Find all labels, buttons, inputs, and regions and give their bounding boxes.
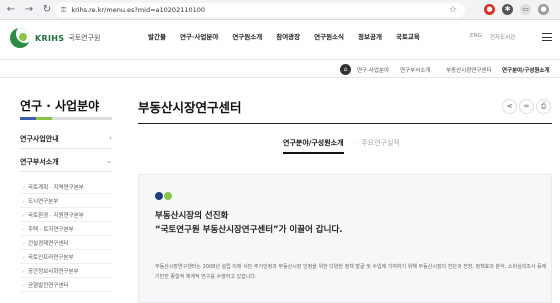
nav-research[interactable]: 연구·사업분야: [180, 31, 218, 41]
tab-research-members[interactable]: 연구분야/구성원소개: [283, 138, 344, 154]
global-nav: 발간물 연구·사업분야 연구원소개 참여광장 연구원소식 정보공개 국토교육: [148, 31, 434, 41]
decorative-dots-icon: [155, 192, 173, 200]
back-icon[interactable]: ←: [4, 3, 18, 17]
breadcrumb-item[interactable]: 부동산시장연구센터: [446, 66, 492, 74]
sidebar-title: 연구 · 사업분야: [20, 99, 100, 113]
bookmark-star-icon[interactable]: ☆: [449, 3, 457, 17]
address-url: krihs.re.kr/menu.es?mid=a10202110100: [71, 6, 206, 14]
sidebar-accent-bar: [20, 117, 112, 120]
tab-major-research[interactable]: 주요연구실적: [356, 138, 400, 148]
sidebar-subitem[interactable]: 국토계획 · 지역연구본부: [20, 182, 112, 194]
title-underline: [138, 123, 552, 124]
divider: [20, 148, 112, 149]
sidebar-item-departments[interactable]: 연구부서소개 ⌄: [20, 157, 112, 167]
breadcrumb-current: 연구분야/구성원소개: [502, 68, 550, 74]
nav-about[interactable]: 연구원소개: [232, 31, 262, 41]
breadcrumb-item[interactable]: 연구·사업분야: [357, 66, 389, 74]
share-icon[interactable]: ⋖: [502, 99, 517, 114]
breadcrumb-item[interactable]: 연구부서소개: [400, 66, 430, 74]
print-icon[interactable]: ⎙: [536, 99, 551, 114]
nav-publications[interactable]: 발간물: [148, 31, 166, 41]
link-copy-icon[interactable]: ∞: [519, 99, 534, 114]
chevron-down-icon: ⌄: [106, 157, 112, 165]
hamburger-menu-icon[interactable]: [542, 33, 552, 41]
sidebar-subitem[interactable]: 균형발전연구센터: [20, 280, 112, 292]
site-header: KRIHS 국토연구원 발간물 연구·사업분야 연구원소개 참여광장 연구원소식…: [0, 20, 560, 60]
nav-news[interactable]: 연구원소식: [314, 31, 344, 41]
breadcrumb: ⌂ 연구·사업분야 연구부서소개 부동산시장연구센터 연구분야/구성원소개: [0, 61, 560, 78]
logo-text: KRIHS: [35, 33, 65, 43]
reload-icon[interactable]: ↻: [40, 3, 54, 17]
sidebar-item-label: 연구사업안내: [20, 135, 59, 143]
intro-box: 부동산시장의 선진화 “국토연구원 부동산시장연구센터”가 이끌어 갑니다. 부…: [138, 174, 552, 303]
intro-body: 부동산시장연구센터는 2008년 설립 이래 서민 주거안정과 부동산시장 안정…: [155, 264, 547, 280]
browser-toolbar: ← → ↻ ⚿ krihs.re.kr/menu.es?mid=a1020211…: [0, 0, 560, 20]
forward-icon[interactable]: →: [22, 3, 36, 17]
extensions-puzzle-icon[interactable]: ✱: [502, 4, 513, 15]
chevron-right-icon: ›: [109, 134, 112, 142]
divider: [20, 171, 112, 172]
lang-eng-link[interactable]: ENG: [470, 33, 482, 39]
sidebar-subitem[interactable]: 주택 · 토지연구본부: [20, 224, 112, 236]
site-info-icon[interactable]: ⚿: [61, 6, 66, 15]
nav-participation[interactable]: 참여광장: [276, 31, 300, 41]
sidebar-subitem[interactable]: 건설경제연구센터: [20, 238, 112, 250]
split-view-icon[interactable]: ▭: [520, 4, 531, 15]
nav-disclosure[interactable]: 정보공개: [358, 31, 382, 41]
nav-education[interactable]: 국토교육: [396, 31, 420, 41]
address-bar[interactable]: ⚿ krihs.re.kr/menu.es?mid=a10202110100 ☆: [55, 3, 465, 17]
home-icon[interactable]: ⌂: [340, 64, 351, 75]
extension-icon[interactable]: ●: [484, 4, 495, 15]
krihs-logo-icon: [10, 28, 30, 48]
sidebar-subitem[interactable]: 공간정보사회연구본부: [20, 266, 112, 278]
sidebar-subitem[interactable]: 도시연구본부: [20, 196, 112, 208]
intro-heading: 부동산시장의 선진화: [155, 211, 229, 221]
e-library-link[interactable]: 전자도서관: [490, 33, 515, 41]
sidebar-subitem[interactable]: 국토인프라연구본부: [20, 252, 112, 264]
sidebar-item-label: 연구부서소개: [20, 158, 59, 166]
intro-subheading: “국토연구원 부동산시장연구센터”가 이끌어 갑니다.: [155, 225, 343, 235]
sidebar-item-research-guide[interactable]: 연구사업안내 ›: [20, 134, 112, 144]
profile-avatar-icon[interactable]: ●: [538, 4, 549, 15]
site-logo[interactable]: KRIHS 국토연구원: [10, 28, 101, 48]
logo-subtitle: 국토연구원: [68, 34, 101, 42]
sidebar-subitem[interactable]: 국토환경 · 자원연구본부: [20, 210, 112, 222]
page-title: 부동산시장연구센터: [138, 100, 242, 115]
